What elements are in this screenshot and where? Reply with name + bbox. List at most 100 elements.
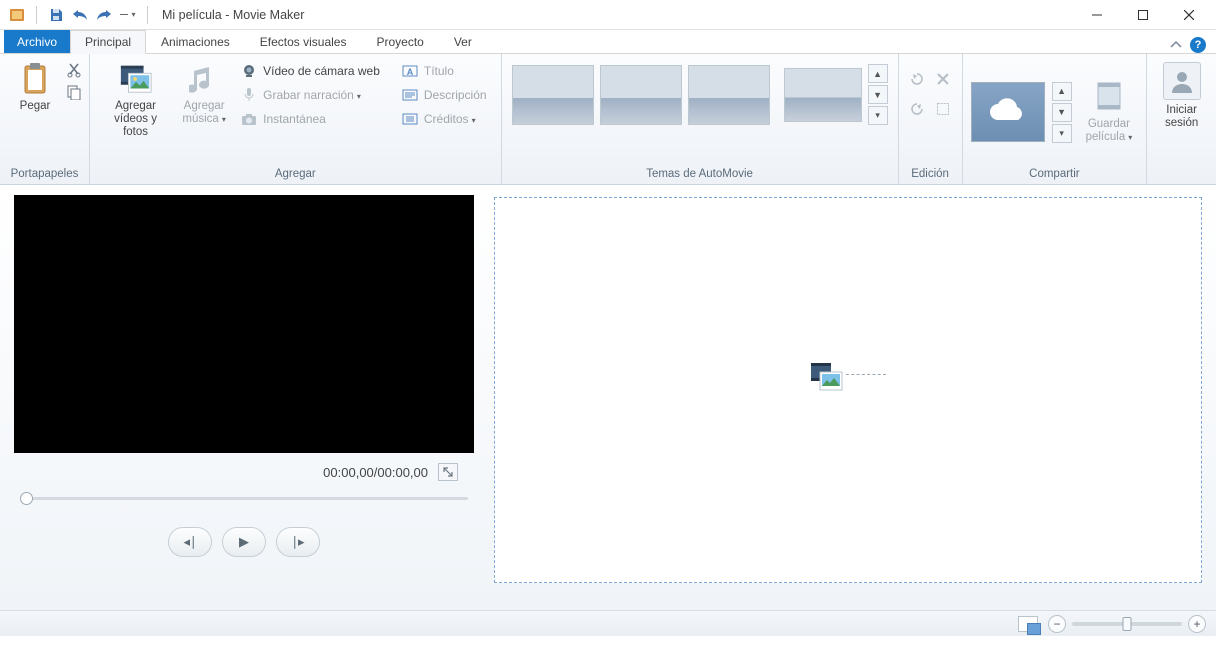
theme-thumb-4[interactable] xyxy=(784,68,862,122)
tab-animaciones[interactable]: Animaciones xyxy=(146,30,245,53)
share-onedrive-button[interactable] xyxy=(971,82,1045,142)
tab-ver[interactable]: Ver xyxy=(439,30,487,53)
share-up-icon[interactable]: ▲ xyxy=(1052,82,1072,101)
tab-efectos[interactable]: Efectos visuales xyxy=(245,30,362,53)
cloud-icon xyxy=(986,98,1030,126)
storyboard[interactable] xyxy=(494,197,1202,583)
zoom-out-button[interactable]: − xyxy=(1048,615,1066,633)
rotate-right-icon xyxy=(906,96,928,122)
minimize-button[interactable] xyxy=(1074,0,1120,30)
select-all-icon xyxy=(932,96,954,122)
description-button: Descripción xyxy=(396,84,493,106)
close-button[interactable] xyxy=(1166,0,1212,30)
description-label: Descripción xyxy=(424,88,487,102)
add-media-button[interactable]: Agregar vídeos y fotos xyxy=(98,58,173,143)
save-icon[interactable] xyxy=(47,6,65,24)
playback-controls: ◂∣ ▶ ∣▸ xyxy=(14,527,474,557)
clipboard-icon xyxy=(18,62,52,96)
snapshot-label: Instantánea xyxy=(263,112,326,126)
camera-icon xyxy=(241,111,257,127)
webcam-icon xyxy=(241,63,257,79)
user-icon xyxy=(1163,62,1201,100)
paste-label: Pegar xyxy=(20,100,51,113)
gallery-more-icon[interactable]: ▾ xyxy=(868,106,888,125)
credits-button: Créditos xyxy=(396,108,493,130)
credits-lines-icon xyxy=(402,111,418,127)
share-down-icon[interactable]: ▼ xyxy=(1052,103,1072,122)
drop-hint[interactable] xyxy=(810,362,886,388)
play-button[interactable]: ▶ xyxy=(222,527,266,557)
add-media-label: Agregar vídeos y fotos xyxy=(104,100,167,139)
title-label: Título xyxy=(424,64,454,78)
group-label-signin xyxy=(1155,166,1208,182)
ribbon-tabs: Archivo Principal Animaciones Efectos vi… xyxy=(0,30,1216,54)
maximize-button[interactable] xyxy=(1120,0,1166,30)
signin-label: Iniciar sesión xyxy=(1165,104,1198,130)
paste-button[interactable]: Pegar xyxy=(8,58,62,117)
theme-thumb-1[interactable] xyxy=(512,65,594,125)
tab-proyecto[interactable]: Proyecto xyxy=(361,30,438,53)
view-toggle-button[interactable] xyxy=(1018,616,1038,632)
cut-icon[interactable] xyxy=(66,62,82,78)
video-preview xyxy=(14,195,474,453)
signin-button[interactable]: Iniciar sesión xyxy=(1155,58,1209,134)
group-label-add: Agregar xyxy=(98,166,493,182)
theme-thumb-3[interactable] xyxy=(688,65,770,125)
prev-frame-button[interactable]: ◂∣ xyxy=(168,527,212,557)
group-share: ▲ ▼ ▾ Guardar película Compartir xyxy=(963,54,1148,184)
film-photo-icon xyxy=(119,62,153,96)
narration-button: Grabar narración xyxy=(235,84,386,106)
edit-tools xyxy=(906,58,954,122)
group-label-clipboard: Portapapeles xyxy=(8,166,81,182)
play-icon: ▶ xyxy=(239,534,249,550)
zoom-control: − + xyxy=(1048,615,1206,633)
seek-track xyxy=(24,497,468,500)
redo-icon[interactable] xyxy=(95,6,113,24)
webcam-label: Vídeo de cámara web xyxy=(263,64,380,78)
save-movie-label: Guardar película xyxy=(1086,118,1133,144)
group-add: Agregar vídeos y fotos Agregar música Ví… xyxy=(90,54,502,184)
title-button: A Título xyxy=(396,60,493,82)
webcam-button[interactable]: Vídeo de cámara web xyxy=(235,60,386,82)
gallery-up-icon[interactable]: ▲ xyxy=(868,64,888,83)
copy-icon[interactable] xyxy=(66,84,82,100)
prev-icon: ◂∣ xyxy=(183,534,196,550)
zoom-thumb[interactable] xyxy=(1123,617,1132,631)
narration-label: Grabar narración xyxy=(263,88,361,102)
expand-icon xyxy=(442,466,454,478)
seek-bar[interactable] xyxy=(14,491,474,505)
svg-text:A: A xyxy=(407,67,414,77)
group-edit: Edición xyxy=(899,54,963,184)
group-automovie: ▲ ▼ ▾ Temas de AutoMovie xyxy=(502,54,899,184)
quick-access-toolbar xyxy=(4,6,156,24)
tab-principal[interactable]: Principal xyxy=(70,30,146,54)
group-label-edit: Edición xyxy=(907,166,954,182)
delete-icon xyxy=(932,66,954,92)
zoom-slider[interactable] xyxy=(1072,622,1182,626)
workspace: 00:00,00/00:00,00 ◂∣ ▶ ∣▸ xyxy=(0,185,1216,610)
title-text-icon: A xyxy=(402,63,418,79)
help-icon[interactable]: ? xyxy=(1190,37,1206,53)
undo-icon[interactable] xyxy=(71,6,89,24)
separator xyxy=(36,6,37,24)
share-more-icon[interactable]: ▾ xyxy=(1052,124,1072,143)
gallery-down-icon[interactable]: ▼ xyxy=(868,85,888,104)
zoom-in-button[interactable]: + xyxy=(1188,615,1206,633)
automovie-gallery: ▲ ▼ ▾ xyxy=(510,58,890,131)
preview-pane: 00:00,00/00:00,00 ◂∣ ▶ ∣▸ xyxy=(0,185,490,610)
group-signin: Iniciar sesión xyxy=(1147,54,1216,184)
microphone-icon xyxy=(241,87,257,103)
tab-file[interactable]: Archivo xyxy=(4,30,70,53)
app-icon xyxy=(8,6,26,24)
theme-thumb-2[interactable] xyxy=(600,65,682,125)
seek-thumb[interactable] xyxy=(20,492,33,505)
add-music-button: Agregar música xyxy=(177,58,231,130)
share-nav: ▲ ▼ ▾ xyxy=(1052,82,1072,143)
save-movie-button: Guardar película xyxy=(1080,76,1139,148)
fullscreen-button[interactable] xyxy=(438,463,458,481)
qat-customize-icon[interactable] xyxy=(119,6,137,24)
window-controls xyxy=(1074,0,1212,30)
drop-hint-line xyxy=(846,374,886,375)
collapse-ribbon-icon[interactable] xyxy=(1170,40,1182,50)
next-frame-button[interactable]: ∣▸ xyxy=(276,527,320,557)
